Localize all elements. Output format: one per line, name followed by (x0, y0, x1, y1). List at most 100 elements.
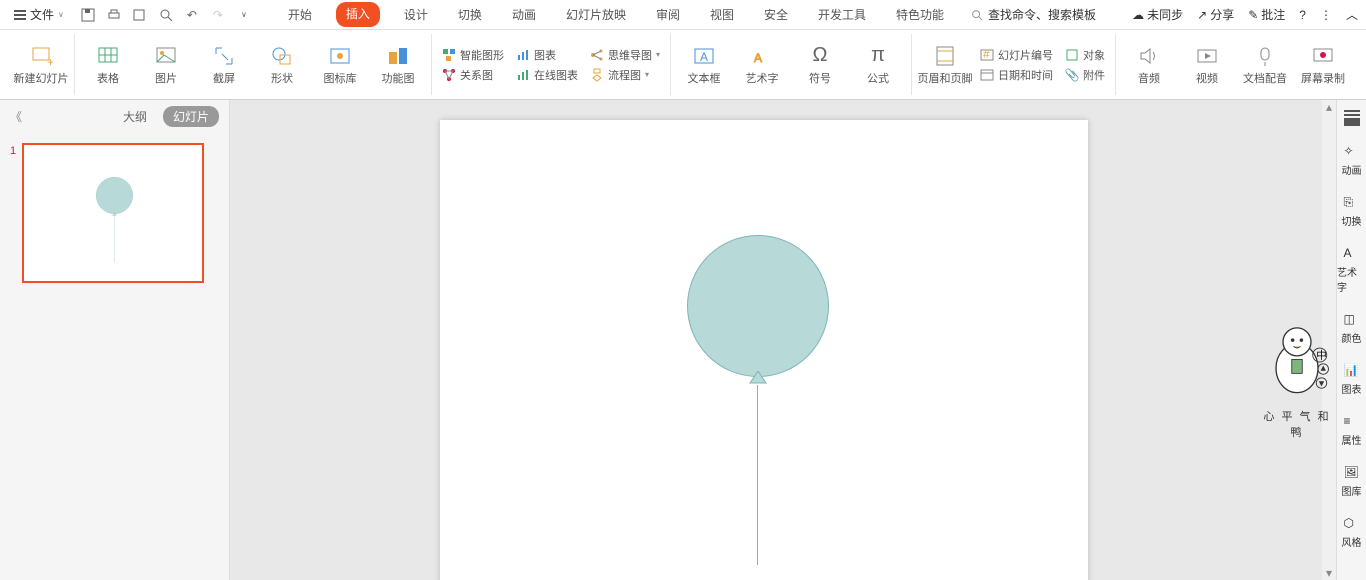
slide-1[interactable] (440, 120, 1088, 580)
rail-animation[interactable]: ✧动画 (1342, 144, 1362, 177)
slide-panel: 《 大纲 幻灯片 1 (0, 100, 230, 580)
balloon-shape[interactable] (687, 235, 829, 377)
comment-button[interactable]: ✎ 批注 (1248, 6, 1285, 23)
screenshot-label: 截屏 (213, 70, 235, 86)
thumbnail-row: 1 (10, 143, 219, 283)
print-icon[interactable] (106, 7, 122, 23)
tab-slideshow[interactable]: 幻灯片放映 (560, 2, 632, 27)
redo-icon[interactable]: ↷ (210, 7, 226, 23)
tab-design[interactable]: 设计 (398, 2, 434, 27)
table-button[interactable]: 表格 (81, 44, 135, 86)
headerfooter-button[interactable]: 页眉和页脚 (918, 44, 972, 86)
tab-transition[interactable]: 切换 (452, 2, 488, 27)
tab-insert[interactable]: 插入 (336, 2, 380, 27)
animation-icon: ✧ (1344, 144, 1360, 160)
funcpic-label: 功能图 (382, 70, 415, 86)
onlinechart-button[interactable]: 在线图表 (512, 66, 582, 84)
datetime-icon (980, 68, 994, 82)
video-button[interactable]: 视频 (1180, 44, 1234, 86)
textbox-button[interactable]: A文本框 (677, 44, 731, 86)
chart-button[interactable]: 图表 (512, 46, 582, 64)
print-preview-icon[interactable] (132, 7, 148, 23)
rail-hamburger[interactable] (1344, 110, 1360, 126)
iconlib-icon (328, 44, 352, 68)
wordart-button[interactable]: A艺术字 (735, 44, 789, 86)
share-button[interactable]: ↗ 分享 (1197, 6, 1234, 23)
tab-start[interactable]: 开始 (282, 2, 318, 27)
attachment-button[interactable]: 📎附件 (1061, 66, 1109, 84)
mindmap-label: 思维导图 (608, 47, 652, 63)
rail-chart[interactable]: 📊图表 (1342, 363, 1362, 396)
help-button[interactable]: ? (1299, 8, 1306, 22)
tab-view[interactable]: 视图 (704, 2, 740, 27)
rail-wordart[interactable]: A艺术字 (1337, 246, 1366, 294)
tab-special[interactable]: 特色功能 (890, 2, 950, 27)
group-illustrations: 智能图形 关系图 图表 在线图表 思维导图 ▾ 流程图▾ (432, 34, 671, 95)
rail-style[interactable]: ⬡风格 (1342, 516, 1362, 549)
chevron-down-icon: ▾ (656, 50, 660, 59)
formula-button[interactable]: π公式 (851, 44, 905, 86)
rail-wordart-label: 艺术字 (1337, 264, 1366, 294)
audio-label: 音频 (1138, 70, 1160, 86)
rail-gallery[interactable]: 🖼图库 (1342, 465, 1362, 498)
slide-thumbnail-1[interactable] (22, 143, 204, 283)
object-label: 对象 (1083, 47, 1105, 63)
qat-more-icon[interactable]: ∨ (236, 7, 252, 23)
tab-security[interactable]: 安全 (758, 2, 794, 27)
collapse-ribbon-button[interactable]: ︿ (1346, 6, 1358, 23)
scroll-down-icon[interactable]: ▾ (1322, 566, 1336, 580)
object-button[interactable]: 对象 (1061, 46, 1109, 64)
tab-animation[interactable]: 动画 (506, 2, 542, 27)
video-label: 视频 (1196, 70, 1218, 86)
headerfooter-label: 页眉和页脚 (918, 70, 973, 86)
file-menu[interactable]: 文件 ∨ (8, 4, 70, 25)
slidenumber-button[interactable]: #幻灯片编号 (976, 46, 1057, 64)
undo-icon[interactable]: ↶ (184, 7, 200, 23)
collapse-panel-icon[interactable]: 《 (10, 108, 22, 125)
rail-transition[interactable]: ⎘切换 (1342, 195, 1362, 228)
tab-slides[interactable]: 幻灯片 (163, 106, 219, 127)
save-icon[interactable] (80, 7, 96, 23)
screenrec-button[interactable]: 屏幕录制 (1296, 44, 1350, 86)
shape-button[interactable]: 形状 (255, 44, 309, 86)
tab-review[interactable]: 审阅 (650, 2, 686, 27)
ribbon: + 新建幻灯片 表格 图片 截屏 形状 图标库 功能图 智能图形 关系图 图表 … (0, 30, 1366, 100)
rail-style-label: 风格 (1342, 534, 1362, 549)
vertical-scrollbar[interactable]: ▴ ▾ (1322, 100, 1336, 580)
iconlib-button[interactable]: 图标库 (313, 44, 367, 86)
mindmap-button[interactable]: 思维导图 ▾ (586, 46, 664, 64)
zoom-icon[interactable] (158, 7, 174, 23)
flowchart-button[interactable]: 流程图▾ (586, 66, 664, 84)
group-header: 页眉和页脚 #幻灯片编号 日期和时间 对象 📎附件 (912, 34, 1116, 95)
iconlib-label: 图标库 (324, 70, 357, 86)
title-right-tools: ☁ 未同步 ↗ 分享 ✎ 批注 ? ⋮ ︿ (1132, 6, 1358, 23)
symbol-label: 符号 (809, 70, 831, 86)
funcpic-button[interactable]: 功能图 (371, 44, 425, 86)
picture-button[interactable]: 图片 (139, 44, 193, 86)
symbol-button[interactable]: Ω符号 (793, 44, 847, 86)
more-button[interactable]: ⋮ (1320, 8, 1332, 22)
canvas[interactable] (230, 100, 1336, 580)
sync-button[interactable]: ☁ 未同步 (1132, 6, 1183, 23)
datetime-button[interactable]: 日期和时间 (976, 66, 1057, 84)
formula-label: 公式 (867, 70, 889, 86)
smartart-button[interactable]: 智能图形 (438, 46, 508, 64)
picture-label: 图片 (155, 70, 177, 86)
rail-color[interactable]: ◫颜色 (1342, 312, 1362, 345)
search-box[interactable]: 查找命令、搜索模板 (970, 6, 1096, 23)
screenshot-button[interactable]: 截屏 (197, 44, 251, 86)
search-icon (970, 8, 984, 22)
dubbing-button[interactable]: 文档配音 (1238, 44, 1292, 86)
relation-button[interactable]: 关系图 (438, 66, 508, 84)
rail-chart-label: 图表 (1342, 381, 1362, 396)
tab-devtools[interactable]: 开发工具 (812, 2, 872, 27)
rail-property[interactable]: ≡属性 (1342, 414, 1362, 447)
tab-outline[interactable]: 大纲 (115, 106, 155, 127)
audio-button[interactable]: 音频 (1122, 44, 1176, 86)
textbox-icon: A (692, 44, 716, 68)
new-slide-button[interactable]: + 新建幻灯片 (14, 44, 68, 86)
color-icon: ◫ (1344, 312, 1360, 328)
scroll-up-icon[interactable]: ▴ (1322, 100, 1336, 114)
chart-icon (516, 48, 530, 62)
flash-button[interactable]: FFlash (1354, 46, 1366, 84)
